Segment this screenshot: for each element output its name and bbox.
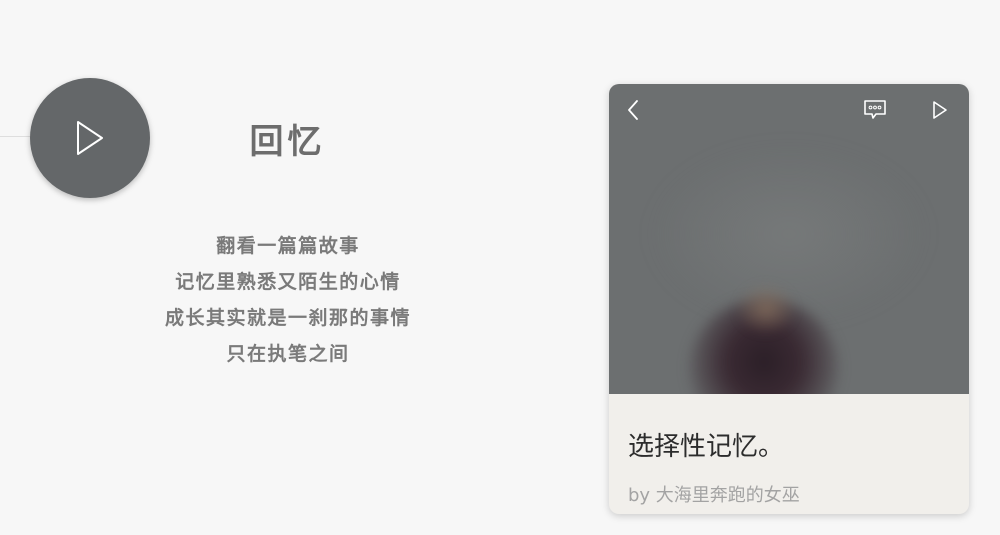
section-title: 回忆 bbox=[249, 122, 326, 162]
card-cover-image bbox=[609, 84, 969, 394]
chevron-left-icon[interactable] bbox=[625, 98, 641, 122]
image-blur-figure-top bbox=[737, 284, 795, 334]
play-icon bbox=[77, 121, 103, 155]
story-card[interactable]: 选择性记忆。 by 大海里奔跑的女巫 bbox=[609, 84, 969, 514]
play-button[interactable] bbox=[30, 78, 150, 198]
poem-text: 翻看一篇篇故事 记忆里熟悉又陌生的心情 成长其实就是一刹那的事情 只在执笔之间 bbox=[140, 228, 436, 372]
card-title[interactable]: 选择性记忆。 bbox=[628, 430, 784, 464]
poem-line: 只在执笔之间 bbox=[226, 343, 350, 365]
poem-line: 成长其实就是一刹那的事情 bbox=[164, 307, 411, 329]
poem-line: 记忆里熟悉又陌生的心情 bbox=[175, 271, 401, 293]
card-author: by 大海里奔跑的女巫 bbox=[628, 485, 800, 506]
comment-bubble-icon[interactable] bbox=[863, 99, 887, 121]
play-icon[interactable] bbox=[931, 98, 949, 122]
poem-line: 翻看一篇篇故事 bbox=[216, 235, 360, 257]
